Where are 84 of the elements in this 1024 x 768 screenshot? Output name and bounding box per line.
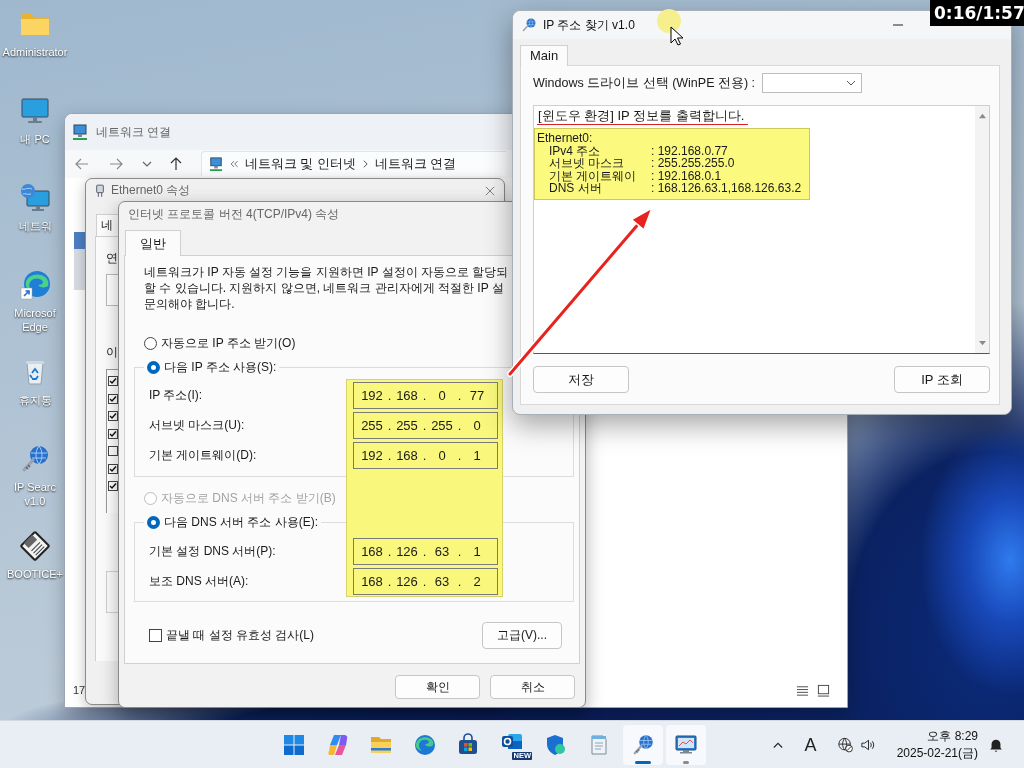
checkbox[interactable] [108,376,118,386]
drive-label: Windows 드라이브 선택 (WinPE 전용) : [533,74,757,92]
ip-address-field[interactable]: 192 . 168 . 0 . 1 [353,441,498,469]
chevron-right-icon[interactable] [361,159,369,169]
square-view-icon[interactable] [817,683,830,697]
radio-option[interactable]: 다음 IP 주소 사용(S): [147,359,277,375]
output-line: DNS 서버 : 168.126.63.1,168.126.63.2 [548,182,802,195]
dialog-button[interactable]: 확인 [395,675,480,699]
output-line: IPv4 주소 : 192.168.0.77 [548,144,729,157]
radio-button[interactable] [147,515,160,529]
radio-option[interactable]: 다음 DNS 서버 주소 사용(E): [147,514,318,530]
scrollbar[interactable] [975,106,989,353]
network-monitor-icon [72,124,88,140]
field-label: 서브넷 마스크(U): [149,416,246,434]
taskbar-button[interactable] [622,724,663,765]
chevron-down-icon [846,80,856,86]
action-button[interactable]: IP 조회 [894,366,990,393]
output-heading: [윈도우 환경] IP 정보를 출력합니다. [537,108,749,125]
windows-logo-icon[interactable] [282,732,306,757]
back-icon[interactable] [74,156,90,172]
tab[interactable]: Main [520,45,569,66]
ip-address-field[interactable]: 192 . 168 . 0 . 77 [353,381,498,409]
window-title: Ethernet0 속성 [111,182,191,199]
window-title: 인터넷 프로토콜 버전 4(TCP/IPv4) 속성 [128,205,340,223]
ip-address-field[interactable]: 255 . 255 . 255 . 0 [353,411,498,439]
clock-date[interactable]: 2025-02-21(금) [896,744,978,762]
address-bar[interactable]: 네트워크 및 인터넷 네트워크 연결 [201,151,506,176]
checkbox-option[interactable]: 끝낼 때 설정 유효성 검사(L) [149,627,314,644]
globe-key-icon [521,17,537,33]
dialog-label: 연 [106,251,118,265]
input-indicator[interactable]: A [804,734,817,755]
adapter-name: Ethernet0: [537,132,594,145]
window-title: 네트워크 연결 [96,123,172,141]
triangle-up-icon[interactable] [977,112,987,119]
radio-button[interactable] [144,336,157,350]
ip-address-field[interactable]: 168 . 126 . 63 . 1 [353,537,498,565]
mail-app-icon[interactable] [500,733,523,750]
field-label: 기본 게이트웨이(D): [149,446,258,464]
components-list[interactable] [106,369,118,513]
forward-icon[interactable] [108,156,124,172]
colorful-logo-icon[interactable] [325,732,350,757]
advanced-button[interactable]: 고급(V)... [482,622,562,649]
triangle-down-icon[interactable] [977,340,987,347]
dialog-button[interactable]: 취소 [490,675,575,699]
dialog-label: 이 [106,345,118,359]
breadcrumb-item[interactable]: 네트워크 연결 [374,156,457,172]
close-icon[interactable] [485,185,495,196]
checkbox[interactable] [108,393,118,404]
clock-time[interactable]: 오후 8:29 [927,727,978,745]
checkbox[interactable] [149,629,162,642]
video-timer: 0:16/1:57 [930,0,1024,26]
globe-icon[interactable] [836,736,854,753]
speaker-icon[interactable] [859,736,877,753]
status-text: 17 [73,684,86,696]
window-title: IP 주소 찾기 v1.0 [543,16,635,34]
list-view-icon[interactable] [796,683,809,697]
monitor-chart-icon[interactable] [674,732,699,757]
field-label: 보조 DNS 서버(A): [149,572,250,590]
taskbar-button[interactable] [666,724,707,765]
double-chevron-icon[interactable] [229,159,239,169]
browser-swirl-icon[interactable] [19,269,51,301]
tab[interactable]: 일반 [125,230,181,256]
description-text: 네트워크가 IP 자동 설정 기능을 지원하면 IP 설정이 자동으로 할당되 할 수 있습니다. 지원하지 않으면, 네트워크 관리자에게 적절한 IP 설 문의해야 합니다. [144,264,510,312]
field-label: IP 주소(I): [149,386,204,404]
browser-swirl-icon[interactable] [412,732,437,757]
ip-address-field[interactable]: 168 . 126 . 63 . 2 [353,567,498,595]
plug-icon [95,183,105,198]
arrow-up-icon[interactable] [168,156,184,172]
tab[interactable]: 네 [96,214,118,236]
radio-button[interactable] [147,360,160,374]
output-line: 서브넷 마스크 : 255.255.255.0 [548,157,736,170]
network-monitor-icon [209,157,223,171]
checkbox[interactable] [108,428,118,439]
checkbox[interactable] [108,411,118,421]
output-line: 기본 게이트웨이 : 192.168.0.1 [548,169,723,182]
output-textarea[interactable]: [윈도우 환경] IP 정보를 출력합니다. Ethernet0: IPv4 주소 : 192.168.0.77 서브넷 마스크 : 255.255.255.0 기본 게이트웨이 : 192.168.0.1 DNS 서버 : 168.126.63.1,168.126.63.2 [533,105,990,354]
checkbox[interactable] [108,463,118,474]
checkbox[interactable] [108,481,118,491]
adapter-tile[interactable] [74,232,85,290]
action-button[interactable]: 저장 [533,366,629,393]
globe-monitor-icon[interactable] [19,182,51,214]
checkbox[interactable] [108,446,118,456]
breadcrumb-item[interactable]: 네트워크 및 인터넷 [245,156,356,172]
field-label: 기본 설정 DNS 서버(P): [149,542,277,560]
